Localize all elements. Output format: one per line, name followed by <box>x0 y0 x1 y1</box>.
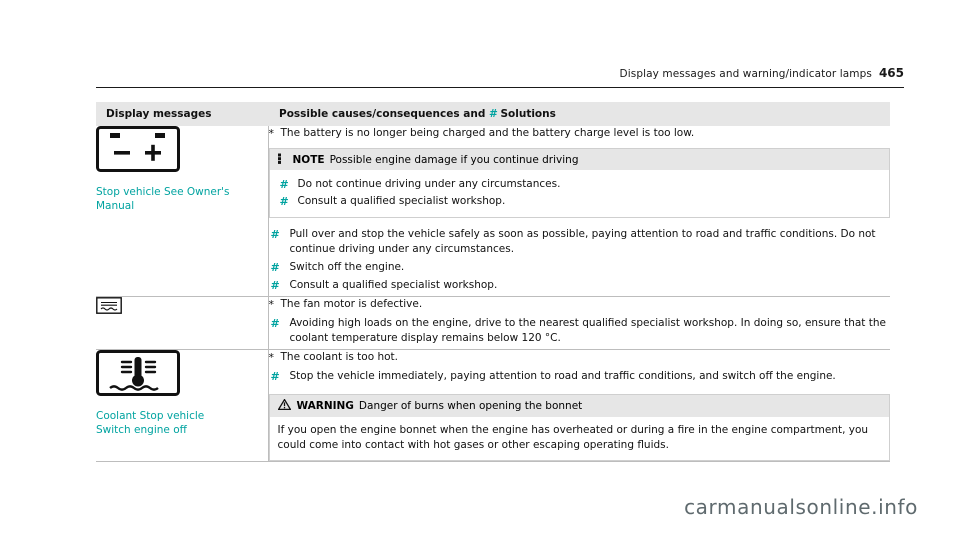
note-bullet: # Consult a qualified specialist worksho… <box>278 194 882 209</box>
note-marker-icon <box>277 153 287 166</box>
note-bullet-text: Do not continue driving under any circum… <box>297 178 561 190</box>
arrow-bullet-icon: # <box>279 195 289 208</box>
warning-body: If you open the engine bonnet when the e… <box>277 424 869 451</box>
arrow-bullet-icon: # <box>279 178 289 191</box>
row-1-cause-text: The battery is no longer being charged a… <box>280 127 695 139</box>
row-1-bullet-text: Consult a qualified specialist workshop. <box>289 279 498 291</box>
note-label: NOTE <box>292 153 325 166</box>
document-page: Display messages and warning/indicator l… <box>0 0 960 533</box>
table-header-row: Display messages Possible causes/consequ… <box>96 102 890 126</box>
arrow-bullet-icon: # <box>270 261 280 274</box>
display-messages-table: Display messages Possible causes/consequ… <box>96 102 890 462</box>
row-1-cause: * The battery is no longer being charged… <box>269 126 891 141</box>
row-2-cause: * The fan motor is defective. <box>269 297 891 312</box>
fan-motor-icon <box>96 297 268 318</box>
warning-header: WARNING Danger of burns when opening the… <box>269 395 889 417</box>
column-header-display-messages: Display messages <box>96 102 268 126</box>
battery-charge-icon <box>96 126 268 176</box>
note-body: # Do not continue driving under any circ… <box>270 170 890 217</box>
watermark: carmanualsonline.info <box>684 495 918 519</box>
warning-triangle-icon <box>276 398 292 413</box>
row-1-bullet-text: Switch off the engine. <box>289 261 405 273</box>
table-row: * The fan motor is defective. # Avoiding… <box>96 296 891 350</box>
note-text: Possible engine damage if you continue d… <box>329 153 579 166</box>
row-2-bullet: # Avoiding high loads on the engine, dri… <box>269 316 891 346</box>
row-1-bullet-text: Pull over and stop the vehicle safely as… <box>289 228 876 255</box>
asterisk-marker-icon: * <box>268 298 275 311</box>
warning-label: WARNING <box>296 400 354 412</box>
row-1-symbol-cell: Stop vehicle See Owner's Manual <box>96 126 269 297</box>
arrow-bullet-icon: # <box>270 279 280 292</box>
row-3-symbol-label: Coolant Stop vehicle Switch engine off <box>96 410 205 436</box>
row-2-cause-text: The fan motor is defective. <box>280 298 423 310</box>
row-2-content-cell: * The fan motor is defective. # Avoiding… <box>268 296 891 350</box>
arrow-bullet-icon: # <box>270 228 280 241</box>
warning-box: WARNING Danger of burns when opening the… <box>268 394 890 461</box>
coolant-temperature-icon <box>96 350 268 400</box>
arrow-bullet-icon: # <box>270 317 280 330</box>
asterisk-marker-icon: * <box>268 127 275 140</box>
arrow-glyph-icon: # <box>489 108 498 120</box>
header-rule <box>96 87 904 88</box>
row-3-bullet: # Stop the vehicle immediately, paying a… <box>269 369 891 384</box>
row-1-bullet: # Switch off the engine. <box>269 260 891 275</box>
row-1-bullet: # Pull over and stop the vehicle safely … <box>269 227 891 257</box>
note-bullet: # Do not continue driving under any circ… <box>278 177 882 192</box>
row-3-symbol-cell: Coolant Stop vehicle Switch engine off <box>96 349 269 462</box>
column-header-causes-solutions: Possible causes/consequences and # Solut… <box>268 102 890 126</box>
warning-text: Danger of burns when opening the bonnet <box>358 400 583 412</box>
row-2-bullet-text: Avoiding high loads on the engine, drive… <box>289 317 886 344</box>
row-2-symbol-cell <box>96 296 269 350</box>
arrow-bullet-icon: # <box>270 370 280 383</box>
note-box: NOTE Possible engine damage if you conti… <box>268 148 890 218</box>
column-header-causes-text: Possible causes/consequences and <box>279 108 486 120</box>
row-1-content-cell: * The battery is no longer being charged… <box>268 126 890 297</box>
asterisk-marker-icon: * <box>268 351 275 364</box>
page-header: Display messages and warning/indicator l… <box>96 66 904 80</box>
row-3-bullet-text: Stop the vehicle immediately, paying att… <box>289 370 836 382</box>
table-row: Coolant Stop vehicle Switch engine off *… <box>96 349 891 462</box>
row-3-cause-text: The coolant is too hot. <box>280 351 399 363</box>
header-title: Display messages and warning/indicator l… <box>619 68 872 80</box>
row-3-content-cell: * The coolant is too hot. # Stop the veh… <box>268 349 891 462</box>
row-1-bullet: # Consult a qualified specialist worksho… <box>269 278 891 293</box>
column-header-solutions-text: Solutions <box>500 108 556 120</box>
note-header: NOTE Possible engine damage if you conti… <box>269 149 889 170</box>
row-1-symbol-label: Stop vehicle See Owner's Manual <box>96 186 230 212</box>
row-3-cause: * The coolant is too hot. <box>269 350 891 365</box>
note-bullet-text: Consult a qualified specialist workshop. <box>297 195 506 207</box>
page-number: 465 <box>878 66 904 80</box>
table-row: Stop vehicle See Owner's Manual * The ba… <box>96 126 890 297</box>
